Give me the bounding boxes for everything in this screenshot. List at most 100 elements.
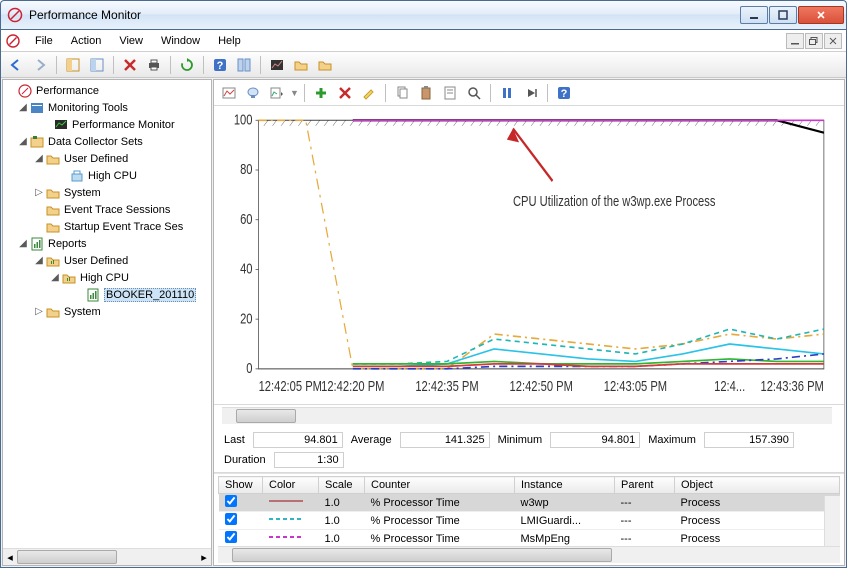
cell-object: Process <box>675 494 840 512</box>
mdi-restore-button[interactable] <box>805 33 823 49</box>
menu-window[interactable]: Window <box>153 33 208 49</box>
tree-reports-high-cpu[interactable]: High CPU <box>80 272 129 284</box>
table-row[interactable]: 1.0% Processor TimeLMIGuardi...---Proces… <box>219 512 840 530</box>
freeze-button[interactable] <box>496 82 518 104</box>
tree-horizontal-scrollbar[interactable]: ◂▸ <box>3 548 211 565</box>
tree-report-file[interactable]: BOOKER_201110 <box>104 288 196 302</box>
chart-area[interactable]: 02040608010012:42:05 PM12:42:20 PM12:42:… <box>214 106 844 405</box>
tree-startup-trace[interactable]: Startup Event Trace Ses <box>64 221 183 233</box>
expand-icon[interactable]: ◢ <box>49 272 61 283</box>
col-parent[interactable]: Parent <box>615 477 675 494</box>
expand-icon[interactable]: ▷ <box>33 306 45 317</box>
paste-button[interactable] <box>415 82 437 104</box>
tree-monitoring-tools[interactable]: Monitoring Tools <box>48 102 128 114</box>
expand-icon[interactable]: ◢ <box>33 153 45 164</box>
collector-item-icon <box>69 168 85 184</box>
properties-button[interactable] <box>439 82 461 104</box>
tree-event-trace[interactable]: Event Trace Sessions <box>64 204 170 216</box>
expand-icon[interactable]: ◢ <box>17 136 29 147</box>
report-folder-icon <box>45 304 61 320</box>
col-counter[interactable]: Counter <box>365 477 515 494</box>
reports-icon <box>29 236 45 252</box>
print-button[interactable] <box>143 54 165 76</box>
perf-icon <box>17 83 33 99</box>
menu-file[interactable]: File <box>27 33 61 49</box>
properties-view-button[interactable] <box>86 54 108 76</box>
svg-text:20: 20 <box>240 310 252 327</box>
tree-pane: Performance ◢ Monitoring Tools Performanc… <box>2 79 212 566</box>
stats-bar: Last 94.801 Average 141.325 Minimum 94.8… <box>214 428 844 473</box>
table-row[interactable]: 1.0% Processor TimeMsMpEng---Process <box>219 530 840 547</box>
log-settings-button[interactable] <box>233 54 255 76</box>
tree-reports-user-defined[interactable]: User Defined <box>64 255 128 267</box>
tree-reports-system[interactable]: System <box>64 306 101 318</box>
max-value: 157.390 <box>704 432 794 448</box>
copy-button[interactable] <box>391 82 413 104</box>
report-folder-icon <box>45 253 61 269</box>
view-current-button[interactable] <box>242 82 264 104</box>
collector-icon <box>29 134 45 150</box>
tree-root[interactable]: Performance <box>36 85 99 97</box>
maximize-button[interactable] <box>769 6 797 24</box>
chart-horizontal-scrollbar[interactable] <box>222 407 832 424</box>
show-checkbox[interactable] <box>225 495 237 507</box>
update-button[interactable] <box>520 82 542 104</box>
mdi-minimize-button[interactable] <box>786 33 804 49</box>
mdi-close-button[interactable] <box>824 33 842 49</box>
expand-icon[interactable]: ▷ <box>33 187 45 198</box>
col-color[interactable]: Color <box>263 477 319 494</box>
svg-text:12:42:50 PM: 12:42:50 PM <box>510 377 573 394</box>
menu-bar: File Action View Window Help <box>1 30 846 52</box>
tree-performance-monitor[interactable]: Performance Monitor <box>72 119 175 131</box>
view-log-button[interactable] <box>218 82 240 104</box>
col-instance[interactable]: Instance <box>515 477 615 494</box>
navigation-tree[interactable]: Performance ◢ Monitoring Tools Performanc… <box>3 80 211 548</box>
menu-action[interactable]: Action <box>63 33 110 49</box>
add-counter-button[interactable] <box>310 82 332 104</box>
delete-button[interactable] <box>119 54 141 76</box>
avg-label: Average <box>351 434 392 446</box>
forward-button[interactable] <box>29 54 51 76</box>
close-button[interactable] <box>798 6 844 24</box>
cell-object: Process <box>675 530 840 547</box>
window-title: Performance Monitor <box>29 8 740 22</box>
expand-icon[interactable]: ◢ <box>33 255 45 266</box>
cell-parent: --- <box>615 512 675 530</box>
grid-vertical-scrollbar[interactable] <box>824 496 840 546</box>
help-button[interactable]: ? <box>209 54 231 76</box>
menu-help[interactable]: Help <box>210 33 249 49</box>
svg-text:12:4...: 12:4... <box>714 377 745 394</box>
avg-value: 141.325 <box>400 432 490 448</box>
back-button[interactable] <box>5 54 27 76</box>
remove-counter-button[interactable] <box>334 82 356 104</box>
table-row[interactable]: 1.0% Processor Timew3wp---Process <box>219 494 840 512</box>
show-hide-tree-button[interactable] <box>62 54 84 76</box>
show-checkbox[interactable] <box>225 531 237 543</box>
col-show[interactable]: Show <box>219 477 263 494</box>
svg-text:CPU Utilization of the w3wp.ex: CPU Utilization of the w3wp.exe Process <box>513 192 716 209</box>
tree-data-collector-sets[interactable]: Data Collector Sets <box>48 136 143 148</box>
folder-button[interactable] <box>290 54 312 76</box>
menu-view[interactable]: View <box>111 33 151 49</box>
counter-grid[interactable]: Show Color Scale Counter Instance Parent… <box>218 476 840 546</box>
highlight-button[interactable] <box>358 82 380 104</box>
col-object[interactable]: Object <box>675 477 840 494</box>
zoom-button[interactable] <box>463 82 485 104</box>
chart-help-button[interactable]: ? <box>553 82 575 104</box>
expand-icon[interactable]: ◢ <box>17 238 29 249</box>
tree-reports[interactable]: Reports <box>48 238 87 250</box>
refresh-button[interactable] <box>176 54 198 76</box>
show-checkbox[interactable] <box>225 513 237 525</box>
tree-user-defined[interactable]: User Defined <box>64 153 128 165</box>
tree-high-cpu[interactable]: High CPU <box>88 170 137 182</box>
expand-icon[interactable]: ◢ <box>17 102 29 113</box>
grid-horizontal-scrollbar[interactable] <box>218 546 840 563</box>
data-view-button[interactable] <box>266 54 288 76</box>
col-scale[interactable]: Scale <box>319 477 365 494</box>
folder2-button[interactable] <box>314 54 336 76</box>
minimize-button[interactable] <box>740 6 768 24</box>
cell-counter: % Processor Time <box>365 530 515 547</box>
chart-type-dropdown[interactable] <box>266 82 288 104</box>
app-icon <box>7 7 23 23</box>
tree-system[interactable]: System <box>64 187 101 199</box>
